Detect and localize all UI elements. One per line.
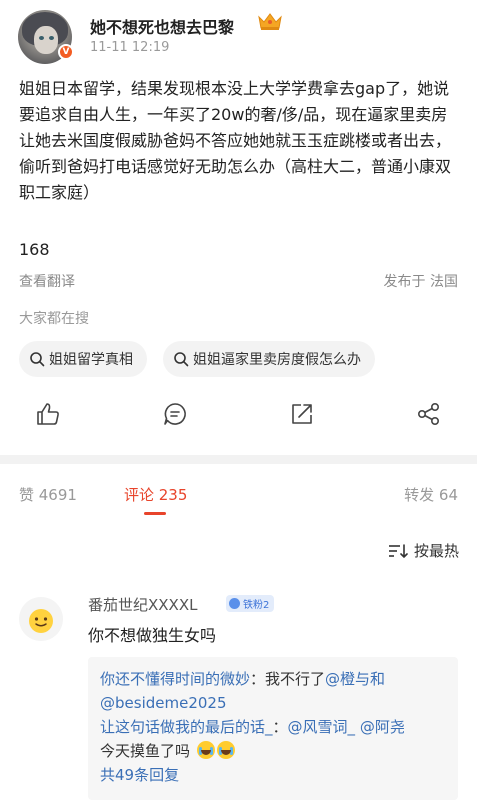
- mention-link[interactable]: @橙与和: [325, 670, 385, 688]
- like-icon[interactable]: [35, 401, 61, 427]
- sort-label: 按最热: [413, 542, 459, 560]
- reply-text: 今天摸鱼了吗: [100, 742, 191, 760]
- crown-icon: [258, 13, 282, 30]
- sort-button[interactable]: 按最热: [388, 540, 459, 561]
- share-icon[interactable]: [416, 401, 442, 427]
- sort-icon: [388, 543, 408, 558]
- post-header: V 她不想死也想去巴黎 11-11 12:19: [0, 0, 477, 70]
- verified-badge-icon: V: [58, 44, 74, 60]
- reply-author[interactable]: 让这句话做我的最后的话_: [100, 718, 273, 736]
- comment-icon[interactable]: [162, 401, 188, 427]
- search-chip[interactable]: 姐姐逼家里卖房度假怎么办: [163, 341, 375, 377]
- fan-badge-label: 铁粉2: [243, 600, 270, 611]
- commenter-avatar[interactable]: [19, 597, 63, 641]
- tab-comments[interactable]: 评论 235: [124, 484, 187, 505]
- author-name[interactable]: 她不想死也想去巴黎: [90, 14, 234, 38]
- tab-reposts[interactable]: 转发 64: [404, 484, 458, 505]
- reply-item[interactable]: 你还不懂得时间的微妙：我不行了@橙与和 @besideme2025: [100, 667, 446, 715]
- stats-tabs: 赞 4691 评论 235 转发 64: [0, 482, 477, 515]
- search-chip-label: 姐姐留学真相: [49, 352, 133, 368]
- search-icon: [30, 352, 45, 367]
- post-body: 姐姐日本留学，结果发现根本没上大学学费拿去gap了，她说要追求自由人生，一年买了…: [19, 79, 452, 202]
- search-chip[interactable]: 姐姐留学真相: [19, 341, 147, 377]
- crying-emoji-icon: [216, 741, 235, 759]
- active-tab-indicator: [144, 512, 166, 515]
- post-count: 168: [19, 240, 50, 259]
- commenter-name[interactable]: 番茄世纪XXXXL: [88, 594, 197, 615]
- translate-link[interactable]: 查看翻译: [19, 271, 75, 291]
- publish-location: 发布于 法国: [383, 274, 458, 290]
- reply-list: 你还不懂得时间的微妙：我不行了@橙与和 @besideme2025 让这句话做我…: [88, 657, 458, 800]
- mention-link[interactable]: @阿尧: [360, 718, 405, 736]
- section-divider: [0, 455, 477, 464]
- repost-icon[interactable]: [289, 401, 315, 427]
- search-chip-label: 姐姐逼家里卖房度假怎么办: [193, 352, 361, 368]
- tab-likes[interactable]: 赞 4691: [19, 484, 77, 505]
- fan-badge: 铁粉2: [226, 595, 275, 612]
- mention-link[interactable]: @besideme2025: [100, 694, 227, 712]
- fan-badge-icon: [229, 598, 240, 609]
- post-timestamp: 11-11 12:19: [90, 40, 170, 55]
- search-icon: [174, 352, 189, 367]
- crying-emoji-icon: [196, 741, 215, 759]
- reply-text: ：: [272, 718, 288, 736]
- action-bar: [0, 395, 477, 435]
- reply-author[interactable]: 你还不懂得时间的微妙: [100, 670, 250, 688]
- reply-text: ：我不行了: [250, 670, 326, 688]
- comment-text: 你不想做独生女吗: [88, 626, 217, 645]
- mention-link[interactable]: @风雪词_: [288, 718, 356, 736]
- reply-item[interactable]: 让这句话做我的最后的话_：@风雪词_ @阿尧 今天摸鱼了吗: [100, 715, 446, 763]
- search-suggestions-title: 大家都在搜: [19, 311, 89, 327]
- more-replies-link[interactable]: 共49条回复: [100, 763, 446, 787]
